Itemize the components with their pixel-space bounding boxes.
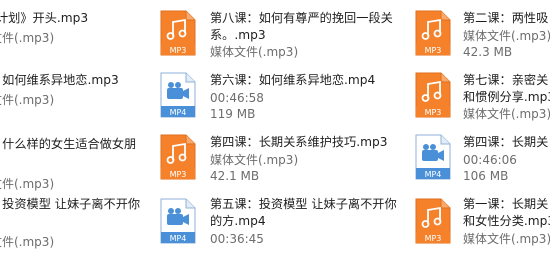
file-type: 媒体文件(.mp3)	[210, 153, 299, 167]
file-type: 文件(.mp3)	[0, 93, 55, 107]
file-name: 第四课：长期关系维护技巧.mp3	[210, 135, 388, 149]
file-name: ：什么样的女生适合做女朋	[0, 137, 137, 151]
icon-label: MP3	[170, 46, 187, 55]
file-size: 119 MB	[210, 107, 256, 121]
file-type: 文件(.mp3)	[0, 235, 55, 249]
file-name: 计划》开头.mp3	[0, 11, 89, 25]
file-item[interactable]: ：投资模型 让妹子离不开你 文件(.mp3)	[0, 194, 150, 258]
file-duration: 00:46:06	[463, 153, 517, 167]
mp3-file-icon: MP3	[160, 10, 196, 56]
file-name: 第七课：亲密关	[463, 73, 549, 87]
icon-label: MP3	[425, 46, 442, 55]
file-type: 媒体文件(.mp3)	[210, 45, 299, 59]
icon-label: MP4	[170, 108, 187, 117]
file-item[interactable]: MP4 第五课：投资模型 让妹子离不开你 的方.mp4 00:36:45	[160, 194, 400, 258]
file-item[interactable]: 计划》开头.mp3 文件(.mp3)	[0, 0, 150, 62]
file-type: 媒体文件(.mp3)	[463, 232, 550, 246]
file-duration: 00:36:45	[210, 232, 264, 246]
mp3-file-icon: MP3	[160, 134, 196, 180]
file-item[interactable]: MP3 第一课：长期关 和女性分类.mp3 媒体文件(.mp3)	[415, 194, 550, 258]
file-size: 42.1 MB	[210, 169, 260, 183]
file-item[interactable]: MP3 第四课：长期关系维护技巧.mp3 媒体文件(.mp3) 42.1 MB	[160, 124, 400, 194]
file-name-line2: 和女性分类.mp3	[463, 214, 550, 228]
file-name: ：如何维系异地恋.mp3	[0, 73, 119, 87]
file-name-line2: 的方.mp4	[210, 214, 266, 228]
file-type: 媒体文件(.mp3)	[463, 29, 550, 43]
file-name-line2: 系。.mp3	[210, 28, 266, 42]
mp3-file-icon: MP3	[415, 72, 451, 118]
file-item[interactable]: MP3 第七课：亲密关 和惯例分享.mp3 媒体文件(.mp3)	[415, 62, 550, 124]
file-name: 第一课：长期关	[463, 197, 549, 211]
file-item[interactable]: ：如何维系异地恋.mp3 文件(.mp3)	[0, 62, 150, 124]
file-item[interactable]: ：什么样的女生适合做女朋 文件(.mp3)	[0, 124, 150, 194]
file-name-line2: 和惯例分享.mp3	[463, 90, 550, 104]
file-item[interactable]: MP4 第四课：长期关 00:46:06 106 MB	[415, 124, 550, 194]
file-type: 文件(.mp3)	[0, 31, 55, 45]
icon-label: MP3	[425, 108, 442, 117]
file-name: ：投资模型 让妹子离不开你	[0, 197, 141, 211]
mp4-file-icon: MP4	[415, 134, 451, 180]
file-name: 第二课：两性吸	[463, 11, 549, 25]
file-name: 第五课：投资模型 让妹子离不开你	[210, 197, 397, 211]
file-item[interactable]: MP3 第八课：如何有尊严的挽回一段关 系。.mp3 媒体文件(.mp3)	[160, 0, 400, 62]
file-name: 第八课：如何有尊严的挽回一段关	[210, 11, 393, 25]
icon-label: MP4	[425, 170, 442, 179]
file-item[interactable]: MP3 第二课：两性吸 媒体文件(.mp3) 42.3 MB	[415, 0, 550, 62]
file-type: 媒体文件(.mp3)	[463, 107, 550, 121]
mp3-file-icon: MP3	[415, 198, 451, 244]
mp4-file-icon: MP4	[160, 198, 196, 244]
file-size: 42.3 MB	[463, 45, 513, 59]
mp3-file-icon: MP3	[415, 10, 451, 56]
icon-label: MP3	[425, 234, 442, 243]
file-item[interactable]: MP4 第六课：如何维系异地恋.mp4 00:46:58 119 MB	[160, 62, 400, 124]
file-duration: 00:46:58	[210, 91, 264, 105]
mp4-file-icon: MP4	[160, 72, 196, 118]
file-name: 第六课：如何维系异地恋.mp4	[210, 73, 376, 87]
icon-label: MP3	[170, 170, 187, 179]
file-size: 106 MB	[463, 169, 509, 183]
file-name: 第四课：长期关	[463, 135, 549, 149]
icon-label: MP4	[170, 234, 187, 243]
file-type: 文件(.mp3)	[0, 177, 55, 191]
